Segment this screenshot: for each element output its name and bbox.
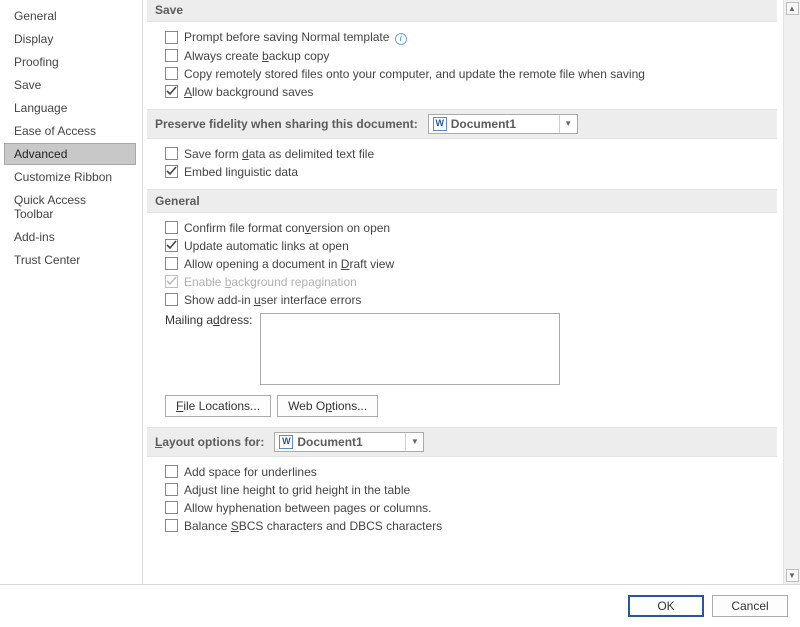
options-dialog: General Display Proofing Save Language E…: [0, 0, 800, 627]
section-title-layout: Layout options for:: [155, 435, 264, 449]
label-save-form-data: Save form data as delimited text file: [184, 147, 374, 161]
sidebar-item-add-ins[interactable]: Add-ins: [4, 226, 136, 248]
sidebar-item-save[interactable]: Save: [4, 74, 136, 96]
dialog-footer: OK Cancel: [0, 585, 800, 627]
sidebar-item-ease-of-access[interactable]: Ease of Access: [4, 120, 136, 142]
section-header-general: General: [147, 189, 777, 213]
label-add-space-underlines: Add space for underlines: [184, 465, 317, 479]
sidebar-item-proofing[interactable]: Proofing: [4, 51, 136, 73]
checkbox-embed-linguistic[interactable]: [165, 165, 178, 178]
section-title-fidelity: Preserve fidelity when sharing this docu…: [155, 117, 418, 131]
checkbox-add-space-underlines[interactable]: [165, 465, 178, 478]
label-prompt-normal: Prompt before saving Normal template i: [184, 30, 407, 45]
label-confirm-conversion: Confirm file format conversion on open: [184, 221, 390, 235]
section-header-layout: Layout options for: W Document1 ▼: [147, 427, 777, 457]
section-body-layout: Add space for underlines Adjust line hei…: [147, 457, 777, 543]
checkbox-copy-remote[interactable]: [165, 67, 178, 80]
checkbox-confirm-conversion[interactable]: [165, 221, 178, 234]
sidebar-item-customize-ribbon[interactable]: Customize Ribbon: [4, 166, 136, 188]
chevron-down-icon: ▼: [405, 433, 423, 451]
label-update-links: Update automatic links at open: [184, 239, 349, 253]
word-doc-icon: W: [433, 117, 447, 131]
scroll-area: Save Prompt before saving Normal templat…: [143, 0, 783, 584]
checkbox-save-form-data[interactable]: [165, 147, 178, 160]
section-body-fidelity: Save form data as delimited text file Em…: [147, 139, 777, 189]
content-pane: Save Prompt before saving Normal templat…: [143, 0, 800, 584]
checkbox-addin-errors[interactable]: [165, 293, 178, 306]
checkbox-backup-copy[interactable]: [165, 49, 178, 62]
label-allow-hyphenation: Allow hyphenation between pages or colum…: [184, 501, 432, 515]
label-bg-repagination: Enable background repagination: [184, 275, 357, 289]
label-copy-remote: Copy remotely stored files onto your com…: [184, 67, 645, 81]
checkbox-adjust-line-height[interactable]: [165, 483, 178, 496]
mailing-address-textarea[interactable]: [260, 313, 560, 385]
checkbox-prompt-normal[interactable]: [165, 31, 178, 44]
checkbox-bg-repagination: [165, 275, 178, 288]
section-title-general: General: [155, 194, 200, 208]
label-balance-sbcs: Balance SBCS characters and DBCS charact…: [184, 519, 442, 533]
section-header-fidelity: Preserve fidelity when sharing this docu…: [147, 109, 777, 139]
label-addin-errors: Show add-in user interface errors: [184, 293, 361, 307]
sidebar-item-general[interactable]: General: [4, 5, 136, 27]
label-mailing-address: Mailing address:: [165, 313, 252, 327]
section-header-save: Save: [147, 0, 777, 22]
label-bg-saves: Allow background saves: [184, 85, 313, 99]
section-title-save: Save: [155, 3, 183, 17]
sidebar-item-display[interactable]: Display: [4, 28, 136, 50]
combo-fidelity-document[interactable]: W Document1 ▼: [428, 114, 578, 134]
checkbox-balance-sbcs[interactable]: [165, 519, 178, 532]
sidebar-item-language[interactable]: Language: [4, 97, 136, 119]
checkbox-update-links[interactable]: [165, 239, 178, 252]
checkbox-draft-view[interactable]: [165, 257, 178, 270]
combo-layout-value: Document1: [297, 435, 362, 449]
cancel-button[interactable]: Cancel: [712, 595, 788, 617]
combo-fidelity-value: Document1: [451, 117, 516, 131]
section-body-general: Confirm file format conversion on open U…: [147, 213, 777, 427]
info-icon[interactable]: i: [395, 33, 407, 45]
dialog-body: General Display Proofing Save Language E…: [0, 0, 800, 585]
combo-layout-document[interactable]: W Document1 ▼: [274, 432, 424, 452]
chevron-down-icon: ▼: [559, 115, 577, 133]
sidebar-item-quick-access-toolbar[interactable]: Quick Access Toolbar: [4, 189, 136, 225]
category-sidebar: General Display Proofing Save Language E…: [0, 0, 142, 584]
checkbox-bg-saves[interactable]: [165, 85, 178, 98]
file-locations-button[interactable]: File Locations...: [165, 395, 271, 417]
section-body-save: Prompt before saving Normal template i A…: [147, 22, 777, 109]
vertical-scrollbar[interactable]: ▲ ▼: [783, 0, 800, 584]
label-draft-view: Allow opening a document in Draft view: [184, 257, 394, 271]
checkbox-allow-hyphenation[interactable]: [165, 501, 178, 514]
label-backup-copy: Always create backup copy: [184, 49, 329, 63]
scroll-up-button[interactable]: ▲: [786, 2, 799, 15]
scroll-down-button[interactable]: ▼: [786, 569, 799, 582]
ok-button[interactable]: OK: [628, 595, 704, 617]
sidebar-item-advanced[interactable]: Advanced: [4, 143, 136, 165]
sidebar-item-trust-center[interactable]: Trust Center: [4, 249, 136, 271]
word-doc-icon: W: [279, 435, 293, 449]
label-adjust-line-height: Adjust line height to grid height in the…: [184, 483, 410, 497]
label-embed-linguistic: Embed linguistic data: [184, 165, 298, 179]
web-options-button[interactable]: Web Options...: [277, 395, 378, 417]
